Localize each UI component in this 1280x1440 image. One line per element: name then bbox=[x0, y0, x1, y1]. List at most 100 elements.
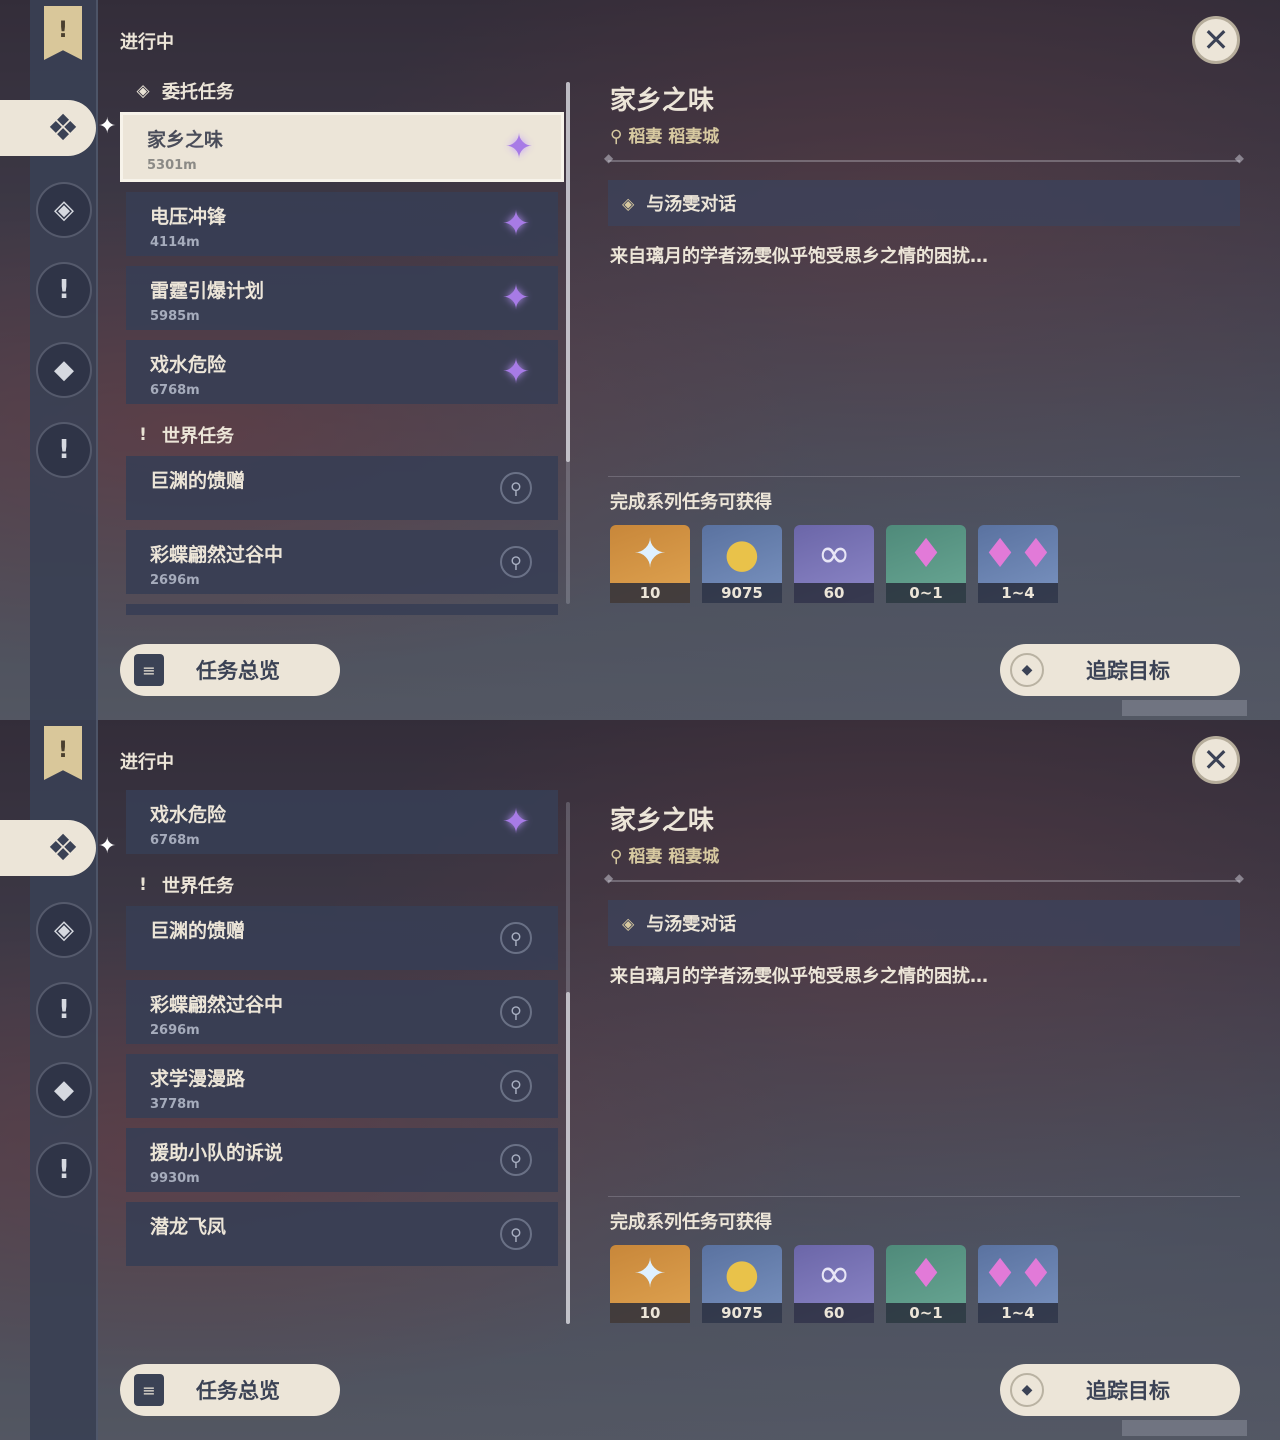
step-diamond-icon: ◈ bbox=[622, 193, 635, 213]
reward-mora[interactable]: ● 9075 bbox=[702, 525, 782, 603]
section-label: 世界任务 bbox=[162, 876, 234, 897]
detail-divider bbox=[604, 151, 1244, 165]
quest-list[interactable]: 戏水危险 6768m ✦! 世界任务 巨渊的馈赠 ⚲ 彩蝶翩然过谷中 2696m ⚲ 求学漫漫路 3… bbox=[120, 790, 564, 1335]
mora-icon: ● bbox=[724, 1251, 760, 1297]
quest-list[interactable]: ◈ 委托任务家乡之味 5301m ✦ 电压冲锋 4114m ✦ 雷霆引爆计划 5985m ✦ 戏水危… bbox=[120, 70, 564, 615]
reward-crystal[interactable]: ♦ 0~1 bbox=[886, 525, 966, 603]
world-quest-tab-icon[interactable]: ! bbox=[36, 422, 92, 478]
crystal-cluster-icon: ♦♦ bbox=[982, 531, 1054, 577]
reward-crystal[interactable]: ♦ 0~1 bbox=[886, 1245, 966, 1323]
rewards-row: ✦ 10 ● 9075 ∞ 60 ♦ 0~1 ♦♦ 1~4 bbox=[610, 525, 1058, 603]
commission-quest-tab-icon[interactable]: ◆ bbox=[36, 1062, 92, 1118]
quest-item[interactable]: 援助小队的诉说 9930m ⚲ bbox=[126, 1128, 558, 1192]
quest-item[interactable]: 彩蝶翩然过谷中 2696m ⚲ bbox=[126, 530, 558, 594]
reward-count: 10 bbox=[610, 583, 690, 603]
bottom-strip bbox=[1122, 1420, 1247, 1436]
quest-location: ⚲ 稻妻 稻妻城 bbox=[610, 122, 719, 147]
scrollbar-thumb[interactable] bbox=[566, 82, 570, 462]
location-pin-icon[interactable]: ⚲ bbox=[500, 996, 532, 1028]
quest-overview-label: 任务总览 bbox=[196, 1379, 280, 1403]
quest-distance: 9930m bbox=[150, 1171, 200, 1186]
reward-crystal-cluster[interactable]: ♦♦ 1~4 bbox=[978, 525, 1058, 603]
archon-quest-tab-icon[interactable]: ◈ bbox=[36, 902, 92, 958]
quest-item[interactable]: 电压冲锋 4114m ✦ bbox=[126, 192, 558, 256]
all-quests-tab[interactable]: ❖ bbox=[0, 820, 96, 876]
location-pin-icon[interactable]: ⚲ bbox=[500, 472, 532, 504]
quest-description: 来自璃月的学者汤雯似乎饱受思乡之情的困扰… bbox=[610, 966, 988, 987]
reward-count: 60 bbox=[794, 1303, 874, 1323]
location-pin-icon[interactable]: ⚲ bbox=[500, 1070, 532, 1102]
commission-badge-icon[interactable]: ✦ bbox=[496, 802, 536, 842]
reward-count: 0~1 bbox=[886, 583, 966, 603]
quest-item[interactable]: 戏水危险 6768m ✦ bbox=[126, 790, 558, 854]
quest-description: 来自璃月的学者汤雯似乎饱受思乡之情的困扰… bbox=[610, 246, 988, 267]
reward-friendship-exp[interactable]: ∞ 60 bbox=[794, 1245, 874, 1323]
reward-primogem[interactable]: ✦ 10 bbox=[610, 525, 690, 603]
primogem-icon: ✦ bbox=[633, 531, 667, 577]
commission-badge-icon[interactable]: ✦ bbox=[496, 278, 536, 318]
detail-divider bbox=[604, 871, 1244, 885]
section-label: 世界任务 bbox=[162, 426, 234, 447]
quest-item[interactable]: 求学漫漫路⚲ bbox=[126, 604, 558, 615]
quest-step: ◈ 与汤雯对话 bbox=[608, 180, 1240, 226]
location-label: 稻妻 稻妻城 bbox=[628, 127, 720, 147]
scrollbar-thumb[interactable] bbox=[566, 992, 570, 1324]
quest-distance: 3778m bbox=[150, 1097, 200, 1112]
commission-badge-icon[interactable]: ✦ bbox=[496, 204, 536, 244]
world-quest-tab-icon[interactable]: ! bbox=[36, 1142, 92, 1198]
quest-book-icon: ≡ bbox=[134, 1374, 164, 1406]
quest-step-label: 与汤雯对话 bbox=[646, 194, 737, 215]
commission-icon: ◈ bbox=[136, 81, 150, 101]
commission-badge-icon[interactable]: ✦ bbox=[499, 127, 539, 167]
archon-quest-tab-icon[interactable]: ◈ bbox=[36, 182, 92, 238]
track-diamond-icon: ◆ bbox=[1010, 1373, 1044, 1407]
quest-item[interactable]: 巨渊的馈赠 ⚲ bbox=[126, 456, 558, 520]
section-label: 委托任务 bbox=[162, 82, 234, 103]
commission-quest-tab-icon[interactable]: ◆ bbox=[36, 342, 92, 398]
story-quest-tab-icon[interactable]: ! bbox=[36, 262, 92, 318]
status-title: 进行中 bbox=[120, 752, 174, 773]
world-quest-icon: ! bbox=[139, 425, 147, 445]
quest-list-scrollbar[interactable] bbox=[566, 82, 570, 604]
friendship-exp-icon: ∞ bbox=[817, 1251, 851, 1297]
quest-overview-button[interactable]: ≡ 任务总览 bbox=[120, 1364, 340, 1416]
status-title: 进行中 bbox=[120, 32, 174, 53]
location-pin-icon[interactable]: ⚲ bbox=[500, 1218, 532, 1250]
location-pin-icon[interactable]: ⚲ bbox=[500, 922, 532, 954]
reward-count: 9075 bbox=[702, 583, 782, 603]
reward-primogem[interactable]: ✦ 10 bbox=[610, 1245, 690, 1323]
quest-overview-label: 任务总览 bbox=[196, 659, 280, 683]
location-pin-icon[interactable]: ⚲ bbox=[500, 1144, 532, 1176]
reward-count: 0~1 bbox=[886, 1303, 966, 1323]
commission-badge-icon[interactable]: ✦ bbox=[496, 352, 536, 392]
mora-icon: ● bbox=[724, 531, 760, 577]
quest-item[interactable]: 戏水危险 6768m ✦ bbox=[126, 340, 558, 404]
quest-item[interactable]: 家乡之味 5301m ✦ bbox=[120, 112, 564, 182]
quest-name: 彩蝶翩然过谷中 bbox=[150, 994, 284, 1016]
track-button[interactable]: ◆ 追踪目标 bbox=[1000, 644, 1240, 696]
quest-item[interactable]: 雷霆引爆计划 5985m ✦ bbox=[126, 266, 558, 330]
quest-name: 求学漫漫路 bbox=[150, 1068, 246, 1090]
selected-spark-icon: ✦ bbox=[98, 834, 117, 859]
quest-item[interactable]: 巨渊的馈赠 ⚲ bbox=[126, 906, 558, 970]
all-quests-tab[interactable]: ❖ bbox=[0, 100, 96, 156]
reward-friendship-exp[interactable]: ∞ 60 bbox=[794, 525, 874, 603]
quest-item[interactable]: 求学漫漫路 3778m ⚲ bbox=[126, 1054, 558, 1118]
track-label: 追踪目标 bbox=[1086, 1379, 1170, 1403]
rewards-title: 完成系列任务可获得 bbox=[610, 1212, 772, 1233]
quest-location: ⚲ 稻妻 稻妻城 bbox=[610, 842, 719, 867]
quest-banner-icon: ! bbox=[44, 726, 82, 780]
track-label: 追踪目标 bbox=[1086, 659, 1170, 683]
location-pin-icon: ⚲ bbox=[610, 127, 623, 147]
location-pin-icon[interactable]: ⚲ bbox=[500, 546, 532, 578]
quest-name: 潜龙飞凤 bbox=[150, 1216, 227, 1238]
reward-mora[interactable]: ● 9075 bbox=[702, 1245, 782, 1323]
track-button[interactable]: ◆ 追踪目标 bbox=[1000, 1364, 1240, 1416]
crystal-cluster-icon: ♦♦ bbox=[982, 1251, 1054, 1297]
quest-item[interactable]: 潜龙飞凤 ⚲ bbox=[126, 1202, 558, 1266]
story-quest-tab-icon[interactable]: ! bbox=[36, 982, 92, 1038]
quest-overview-button[interactable]: ≡ 任务总览 bbox=[120, 644, 340, 696]
quest-item[interactable]: 彩蝶翩然过谷中 2696m ⚲ bbox=[126, 980, 558, 1044]
reward-crystal-cluster[interactable]: ♦♦ 1~4 bbox=[978, 1245, 1058, 1323]
quest-list-scrollbar[interactable] bbox=[566, 802, 570, 1324]
